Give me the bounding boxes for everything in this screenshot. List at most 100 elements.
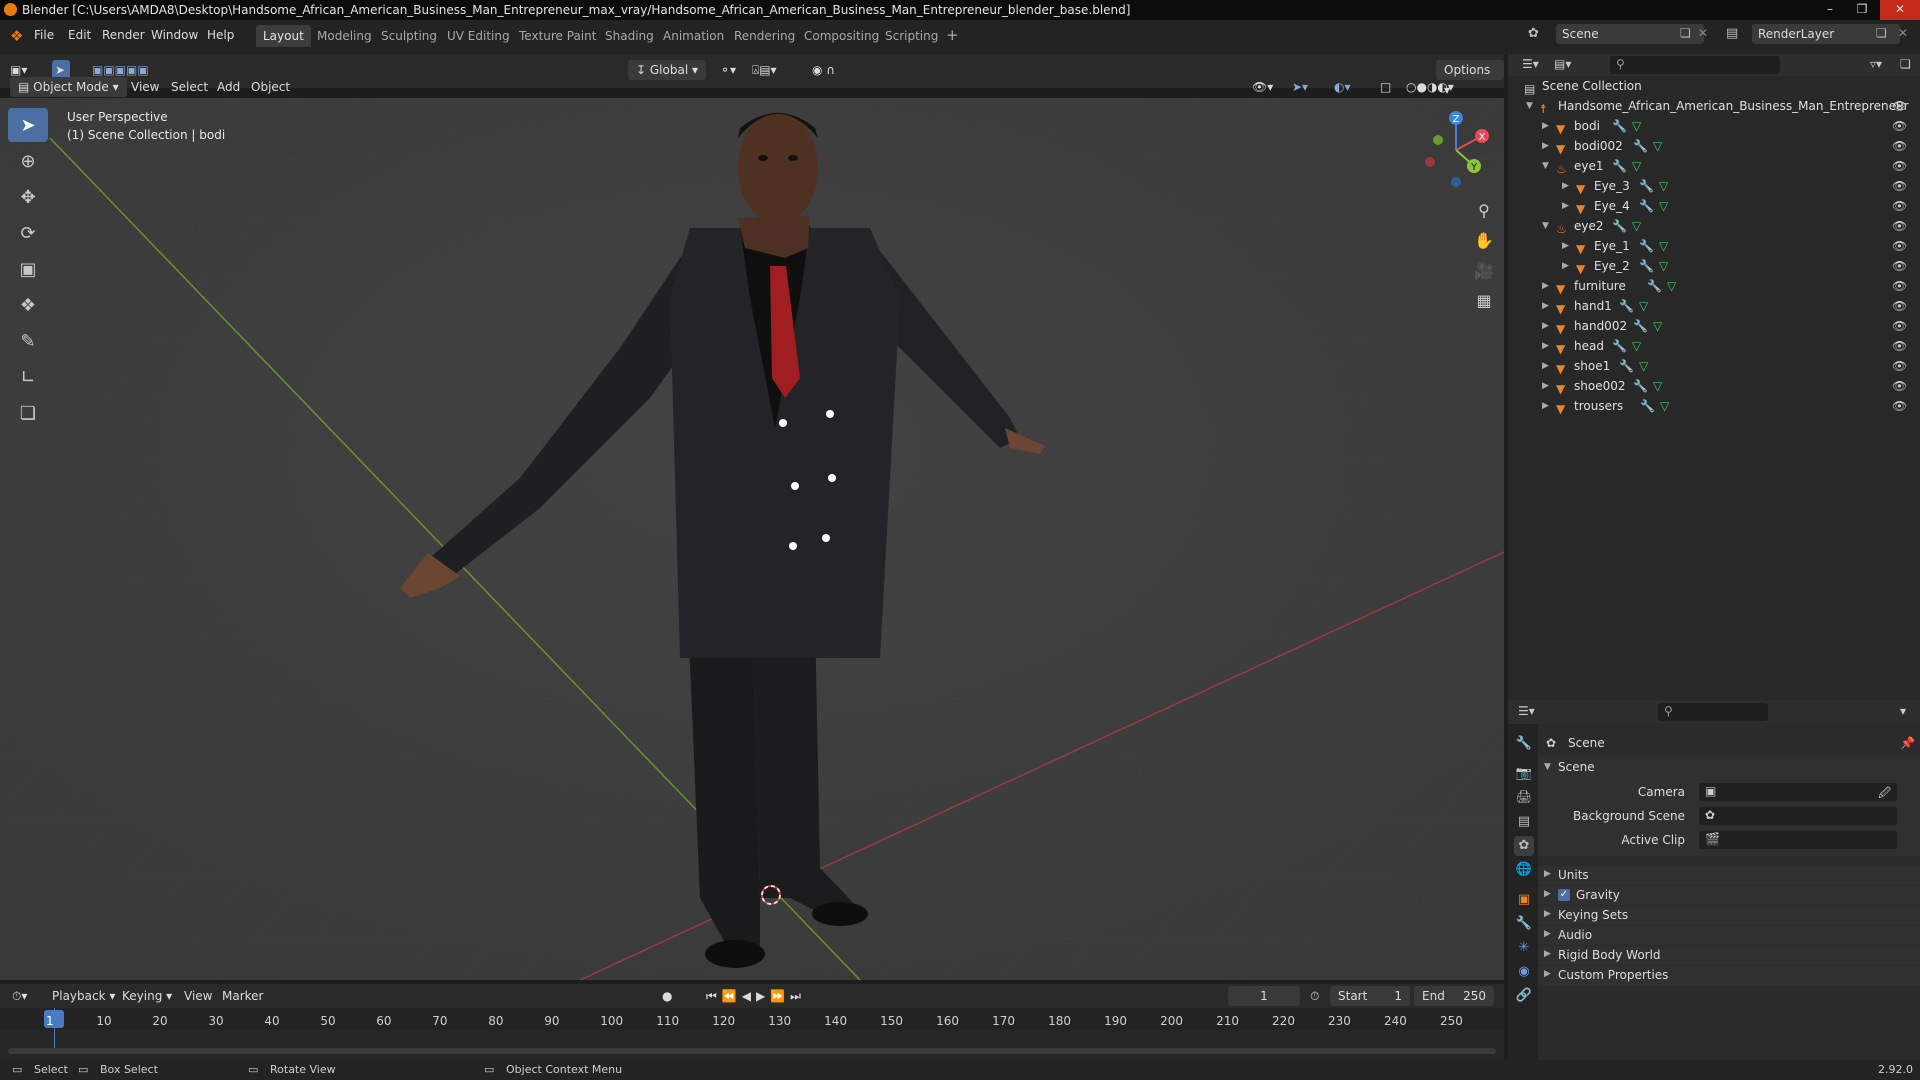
modifier-icon[interactable]: 🔧 xyxy=(1640,396,1655,416)
modifier-icon[interactable]: 🔧 xyxy=(1639,236,1654,256)
select-box-tool-icon[interactable]: ➤ xyxy=(8,108,48,142)
mesh-data-icon[interactable]: ▽ xyxy=(1632,156,1641,176)
collapse-arrow-icon[interactable]: ▼ xyxy=(1542,216,1549,236)
ortho-grid-icon[interactable]: ▦ xyxy=(1470,286,1498,316)
expand-arrow-icon[interactable]: ▶ xyxy=(1542,396,1549,416)
render-tab-icon[interactable]: 📷 xyxy=(1514,764,1534,784)
collapse-arrow-icon[interactable]: ▼ xyxy=(1526,96,1533,116)
move-tool-icon[interactable]: ✥ xyxy=(8,180,48,214)
outliner-item-bodi[interactable]: ▶ ▼ bodi 🔧 ▽ 👁 xyxy=(1508,116,1920,136)
new-collection-icon[interactable]: ❏ xyxy=(1900,57,1911,71)
outliner-item-eye_1[interactable]: ▶ ▼ Eye_1 🔧 ▽ 👁 xyxy=(1508,236,1920,256)
collapse-arrow-icon[interactable]: ▼ xyxy=(1542,156,1549,176)
modifier-icon[interactable]: 🔧 xyxy=(1619,296,1634,316)
visibility-eye-icon[interactable]: 👁 xyxy=(1892,156,1907,176)
3d-viewport[interactable]: Z X Y ⚲ ✋ 🎥 ▦ xyxy=(0,98,1504,980)
section-units[interactable]: ▶ Units xyxy=(1538,866,1920,885)
panel-expand-arrow-icon[interactable]: ▶ xyxy=(1544,949,1551,959)
timeline-menu-marker[interactable]: Marker xyxy=(222,986,263,1006)
mesh-data-icon[interactable]: ▽ xyxy=(1653,316,1662,336)
camera-view-icon[interactable]: 🎥 xyxy=(1470,256,1498,286)
outliner-search-input[interactable]: ⚲ xyxy=(1610,56,1780,74)
tab-animation[interactable]: Animation xyxy=(656,25,731,47)
section-custom-properties[interactable]: ▶ Custom Properties xyxy=(1538,966,1920,985)
visibility-eye-icon[interactable]: 👁 xyxy=(1892,236,1907,256)
outliner-item-eye_2[interactable]: ▶ ▼ Eye_2 🔧 ▽ 👁 xyxy=(1508,256,1920,276)
modifier-icon[interactable]: 🔧 xyxy=(1647,276,1662,296)
eyedropper-icon[interactable]: 🖉 xyxy=(1878,784,1891,805)
section-rigid-body-world[interactable]: ▶ Rigid Body World xyxy=(1538,946,1920,965)
active-clip-field[interactable]: 🎬 xyxy=(1698,830,1898,850)
new-view-layer-icon[interactable]: ❏ xyxy=(1876,26,1887,40)
visibility-eye-icon[interactable]: 👁 xyxy=(1892,256,1907,276)
start-frame-field[interactable]: Start 1 xyxy=(1330,986,1410,1006)
expand-arrow-icon[interactable]: ▶ xyxy=(1542,296,1549,316)
annotate-tool-icon[interactable]: ✎ xyxy=(8,324,48,358)
visibility-eye-icon[interactable]: 👁 xyxy=(1892,296,1907,316)
timeline-menu-keying[interactable]: Keying ▾ xyxy=(122,986,172,1006)
timeline-menu-view[interactable]: View xyxy=(184,986,212,1006)
tab-uv-editing[interactable]: UV Editing xyxy=(440,25,517,47)
section-audio[interactable]: ▶ Audio xyxy=(1538,926,1920,945)
scene-tab-icon[interactable]: ✿ xyxy=(1514,836,1534,856)
panel-expand-arrow-icon[interactable]: ▶ xyxy=(1544,889,1551,899)
panel-expand-arrow-icon[interactable]: ▶ xyxy=(1544,969,1551,979)
record-icon[interactable]: ● xyxy=(662,986,672,1006)
camera-field[interactable]: ▣ 🖉 xyxy=(1698,782,1898,802)
properties-editor-type-icon[interactable]: ☰▾ xyxy=(1518,704,1535,718)
tab-scripting[interactable]: Scripting xyxy=(878,25,945,47)
measure-tool-icon[interactable]: ∟ xyxy=(8,360,48,394)
outliner-item-eye2[interactable]: ▼ ♨ eye2 🔧 ▽ 👁 xyxy=(1508,216,1920,236)
scene-icon[interactable]: ✿ xyxy=(1528,26,1539,41)
panel-expand-arrow-icon[interactable]: ▶ xyxy=(1544,869,1551,879)
modifier-icon[interactable]: 🔧 xyxy=(1639,256,1654,276)
tab-texture-paint[interactable]: Texture Paint xyxy=(512,25,603,47)
modifier-icon[interactable]: 🔧 xyxy=(1633,316,1648,336)
outliner-item-eye1[interactable]: ▼ ♨ eye1 🔧 ▽ 👁 xyxy=(1508,156,1920,176)
gizmo-toggle-icon[interactable]: ➤▾ xyxy=(1292,77,1308,97)
overlays-toggle-icon[interactable]: ◐▾ xyxy=(1334,77,1351,97)
modifier-tab-icon[interactable]: 🔧 xyxy=(1514,914,1534,934)
modifier-icon[interactable]: 🔧 xyxy=(1612,216,1627,236)
mesh-data-icon[interactable]: ▽ xyxy=(1653,136,1662,156)
mesh-data-icon[interactable]: ▽ xyxy=(1653,376,1662,396)
expand-arrow-icon[interactable]: ▶ xyxy=(1562,256,1569,276)
visibility-eye-icon[interactable]: 👁 xyxy=(1892,196,1907,216)
properties-options-icon[interactable]: ▾ xyxy=(1900,704,1906,718)
particles-tab-icon[interactable]: ✳ xyxy=(1514,938,1534,958)
mesh-data-icon[interactable]: ▽ xyxy=(1632,216,1641,236)
panel-expand-arrow-icon[interactable]: ▶ xyxy=(1544,929,1551,939)
tab-shading[interactable]: Shading xyxy=(598,25,661,47)
tool-tab-icon[interactable]: 🔧 xyxy=(1514,734,1534,754)
shading-modes-icon[interactable]: ○●◑◐▾ xyxy=(1406,77,1454,97)
scene-panel-title[interactable]: Scene xyxy=(1558,760,1595,774)
world-tab-icon[interactable]: 🌐 xyxy=(1514,860,1534,880)
mode-dropdown[interactable]: ▤ Object Mode ▾ xyxy=(10,77,127,97)
modifier-icon[interactable]: 🔧 xyxy=(1633,136,1648,156)
visibility-eye-icon[interactable]: 👁 xyxy=(1892,316,1907,336)
rotate-tool-icon[interactable]: ⟳ xyxy=(8,216,48,250)
visibility-eye-icon[interactable]: 👁 xyxy=(1892,336,1907,356)
viewport-menu-select[interactable]: Select xyxy=(171,77,208,97)
modifier-icon[interactable]: 🔧 xyxy=(1619,356,1634,376)
modifier-icon[interactable]: 🔧 xyxy=(1639,176,1654,196)
outliner-item-eye_3[interactable]: ▶ ▼ Eye_3 🔧 ▽ 👁 xyxy=(1508,176,1920,196)
outliner-item-furniture[interactable]: ▶ ▼ furniture 🔧 ▽ 👁 xyxy=(1508,276,1920,296)
expand-arrow-icon[interactable]: ▶ xyxy=(1542,336,1549,356)
outliner-item-shoe002[interactable]: ▶ ▼ shoe002 🔧 ▽ 👁 xyxy=(1508,376,1920,396)
mesh-data-icon[interactable]: ▽ xyxy=(1632,116,1641,136)
visibility-eye-icon[interactable]: 👁 xyxy=(1892,176,1907,196)
pan-hand-icon[interactable]: ✋ xyxy=(1470,226,1498,256)
mesh-data-icon[interactable]: ▽ xyxy=(1667,276,1676,296)
end-frame-field[interactable]: End 250 xyxy=(1414,986,1494,1006)
tab-sculpting[interactable]: Sculpting xyxy=(374,25,444,47)
close-icon[interactable]: ✕ xyxy=(1880,0,1920,20)
expand-arrow-icon[interactable]: ▶ xyxy=(1542,316,1549,336)
properties-search-input[interactable]: ⚲ xyxy=(1658,703,1768,721)
visibility-icon[interactable]: 👁▾ xyxy=(1252,77,1273,97)
tab-layout[interactable]: Layout xyxy=(256,25,311,47)
menu-help[interactable]: Help xyxy=(207,28,234,42)
menu-render[interactable]: Render xyxy=(102,28,145,42)
modifier-icon[interactable]: 🔧 xyxy=(1612,336,1627,356)
output-tab-icon[interactable]: 🖨 xyxy=(1514,788,1534,808)
